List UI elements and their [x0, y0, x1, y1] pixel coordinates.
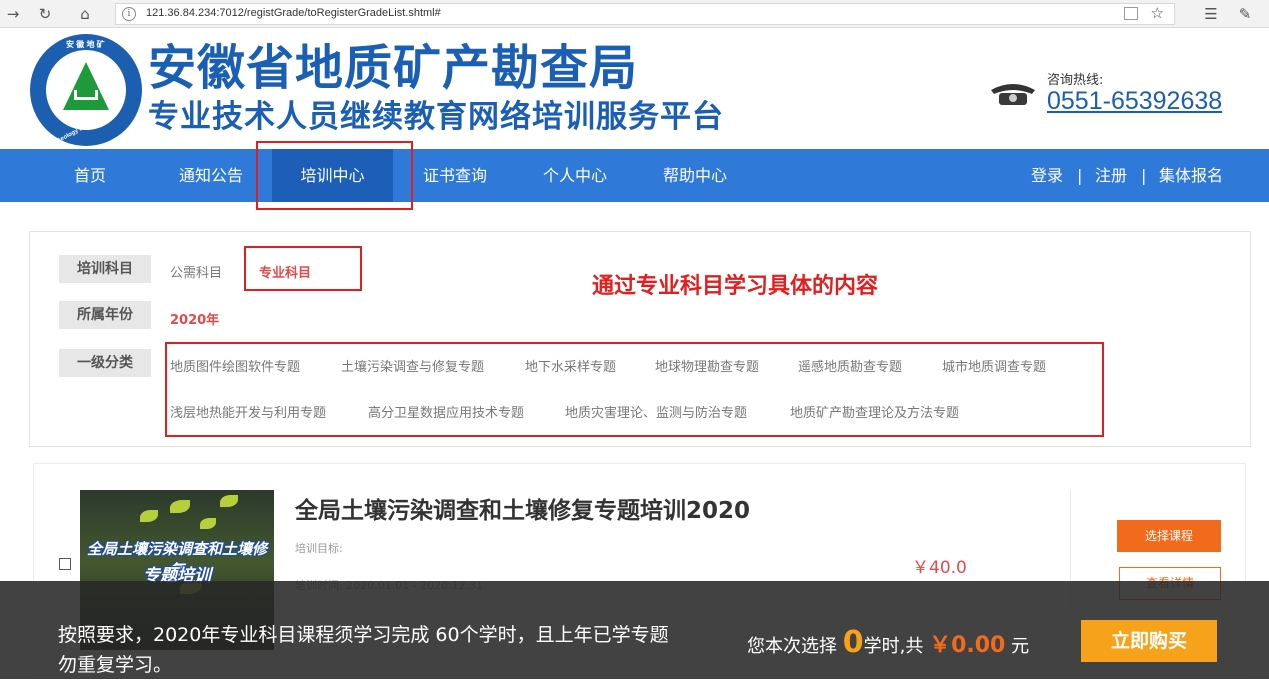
- buy-now-button[interactable]: 立即购买: [1081, 620, 1217, 662]
- group-signup-link[interactable]: 集体报名: [1159, 149, 1223, 202]
- telephone-icon: [991, 84, 1035, 105]
- course-title[interactable]: 全局土壤污染调查和土壤修复专题培训2020: [295, 491, 750, 525]
- highlight-box-training-center: [256, 141, 413, 210]
- leaf-shape: [200, 518, 216, 529]
- hotline-number[interactable]: 0551-65392638: [1047, 87, 1222, 116]
- nav-item-help[interactable]: 帮助中心: [650, 149, 740, 202]
- home-icon[interactable]: ⌂: [74, 3, 96, 25]
- notes-pen-icon[interactable]: ✎: [1234, 3, 1256, 25]
- main-nav: 首页 通知公告 培训中心 证书查询 个人中心 帮助中心 登录 | 注册 | 集体…: [0, 149, 1269, 202]
- logo-inner-ring: [46, 50, 126, 130]
- nav-item-certificate[interactable]: 证书查询: [410, 149, 500, 202]
- site-title: 安徽省地质矿产勘查局: [148, 40, 639, 96]
- site-subtitle: 专业技术人员继续教育网络培训服务平台: [148, 99, 724, 135]
- highlight-box-professional: [244, 246, 362, 291]
- register-link[interactable]: 注册: [1095, 149, 1127, 202]
- reading-view-icon[interactable]: [1124, 7, 1138, 20]
- nav-item-personal[interactable]: 个人中心: [530, 149, 620, 202]
- select-course-button[interactable]: 选择课程: [1117, 520, 1221, 552]
- nav-item-notices[interactable]: 通知公告: [166, 149, 256, 202]
- back-arrow-icon[interactable]: →: [2, 3, 24, 25]
- refresh-icon[interactable]: ↻: [34, 3, 56, 25]
- subject-option-public[interactable]: 公需科目: [170, 262, 222, 281]
- logo-hammer-icon: [74, 90, 98, 100]
- browser-toolbar: → ↻ ⌂ i 121.36.84.234:7012/registGrade/t…: [0, 0, 1269, 28]
- nav-item-home[interactable]: 首页: [50, 149, 130, 202]
- site-logo[interactable]: 安 徽 地 矿 Anhui Geology and Mining: [30, 34, 142, 146]
- login-link[interactable]: 登录: [1031, 149, 1063, 202]
- hotline-label: 咨询热线:: [1047, 73, 1104, 88]
- leaf-shape: [140, 510, 158, 522]
- logo-text-top: 安 徽 地 矿: [66, 40, 105, 49]
- course-goal: 培训目标:: [295, 542, 343, 555]
- info-icon[interactable]: i: [122, 7, 136, 21]
- category-filter-label: 一级分类: [59, 349, 151, 377]
- course-price: ￥40.0: [912, 558, 967, 578]
- summary-suffix: 元: [1005, 636, 1030, 657]
- favorite-star-icon[interactable]: ☆: [1151, 4, 1164, 22]
- nav-separator: |: [1077, 166, 1083, 185]
- highlight-box-categories: [165, 342, 1104, 437]
- study-requirement-note: 按照要求，2020年专业科目课程须学习完成 60个学时，且上年已学专题勿重复学习…: [58, 624, 669, 676]
- address-bar[interactable]: i 121.36.84.234:7012/registGrade/toRegis…: [115, 3, 1175, 25]
- leaf-shape: [220, 495, 238, 507]
- leaf-shape: [170, 500, 190, 513]
- favorites-list-icon[interactable]: ☰: [1200, 3, 1222, 25]
- logo-triangle-icon: [63, 62, 109, 110]
- selection-summary: 您本次选择 0学时,共 ￥0.00 元: [747, 625, 1029, 660]
- year-option-2020[interactable]: 2020年: [170, 309, 219, 328]
- nav-separator: |: [1141, 166, 1147, 185]
- annotation-text: 通过专业科目学习具体的内容: [592, 274, 879, 299]
- course-checkbox[interactable]: [59, 558, 71, 570]
- year-filter-label: 所属年份: [59, 301, 151, 329]
- total-amount: ￥0.00: [929, 633, 1006, 658]
- summary-middle: 学时,共: [863, 636, 930, 657]
- subject-filter-label: 培训科目: [59, 255, 151, 283]
- selected-hours: 0: [842, 625, 864, 660]
- summary-prefix: 您本次选择: [747, 636, 843, 657]
- url-text: 121.36.84.234:7012/registGrade/toRegiste…: [146, 7, 441, 19]
